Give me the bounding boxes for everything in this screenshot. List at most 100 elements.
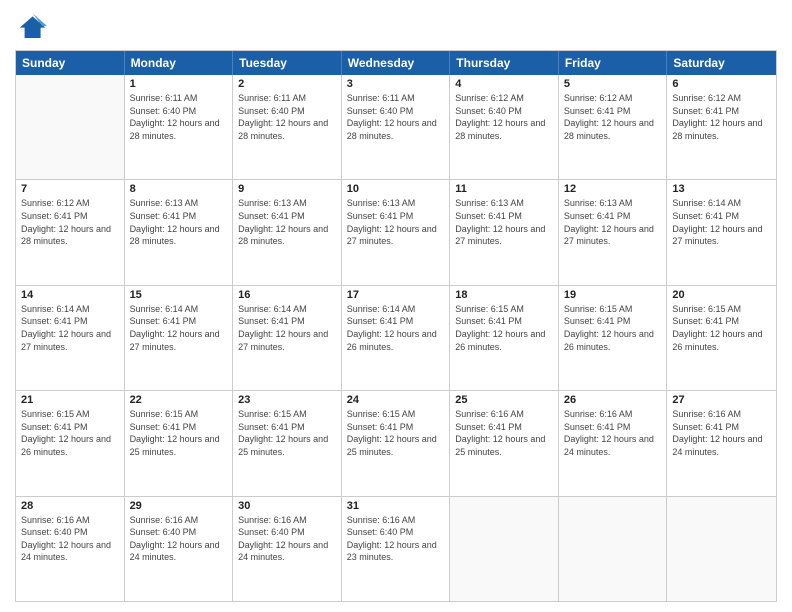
day-number: 7 <box>21 183 119 195</box>
calendar-cell: 11 Sunrise: 6:13 AMSunset: 6:41 PMDayligh… <box>450 180 559 284</box>
day-number: 29 <box>130 500 228 512</box>
calendar-cell: 14 Sunrise: 6:14 AMSunset: 6:41 PMDayligh… <box>16 286 125 390</box>
cell-info: Sunrise: 6:16 AMSunset: 6:41 PMDaylight:… <box>564 408 662 458</box>
calendar-cell: 3Sunrise: 6:11 AMSunset: 6:40 PMDaylight… <box>342 75 451 179</box>
cell-info: Sunrise: 6:14 AMSunset: 6:41 PMDaylight:… <box>21 303 119 353</box>
header-day-monday: Monday <box>125 51 234 75</box>
day-number: 1 <box>130 78 228 90</box>
day-number: 30 <box>238 500 336 512</box>
cell-info: Sunrise: 6:15 AMSunset: 6:41 PMDaylight:… <box>347 408 445 458</box>
calendar-cell <box>559 497 668 601</box>
cell-info: Sunrise: 6:13 AMSunset: 6:41 PMDaylight:… <box>455 197 553 247</box>
header-day-tuesday: Tuesday <box>233 51 342 75</box>
day-number: 9 <box>238 183 336 195</box>
day-number: 5 <box>564 78 662 90</box>
calendar-cell: 19 Sunrise: 6:15 AMSunset: 6:41 PMDayligh… <box>559 286 668 390</box>
day-number: 15 <box>130 289 228 301</box>
cell-info: Sunrise: 6:16 AMSunset: 6:40 PMDaylight:… <box>130 514 228 564</box>
calendar-cell: 13 Sunrise: 6:14 AMSunset: 6:41 PMDayligh… <box>667 180 776 284</box>
calendar-cell: 17Sunrise: 6:14 AMSunset: 6:41 PMDayligh… <box>342 286 451 390</box>
day-number: 17 <box>347 289 445 301</box>
logo-icon <box>15 10 47 42</box>
calendar-row-0: 1 Sunrise: 6:11 AMSunset: 6:40 PMDaylight… <box>16 75 776 179</box>
day-number: 31 <box>347 500 445 512</box>
cell-info: Sunrise: 6:11 AMSunset: 6:40 PMDaylight:… <box>347 92 445 142</box>
cell-info: Sunrise: 6:14 AMSunset: 6:41 PMDaylight:… <box>672 197 771 247</box>
day-number: 10 <box>347 183 445 195</box>
day-number: 25 <box>455 394 553 406</box>
day-number: 14 <box>21 289 119 301</box>
day-number: 22 <box>130 394 228 406</box>
calendar-cell: 5 Sunrise: 6:12 AMSunset: 6:41 PMDaylight… <box>559 75 668 179</box>
calendar-cell <box>450 497 559 601</box>
cell-info: Sunrise: 6:16 AMSunset: 6:40 PMDaylight:… <box>238 514 336 564</box>
day-number: 18 <box>455 289 553 301</box>
day-number: 21 <box>21 394 119 406</box>
calendar-cell <box>16 75 125 179</box>
calendar-cell: 7 Sunrise: 6:12 AMSunset: 6:41 PMDaylight… <box>16 180 125 284</box>
calendar-cell: 18 Sunrise: 6:15 AMSunset: 6:41 PMDayligh… <box>450 286 559 390</box>
header-day-thursday: Thursday <box>450 51 559 75</box>
logo <box>15 10 51 42</box>
calendar-cell: 4 Sunrise: 6:12 AMSunset: 6:40 PMDaylight… <box>450 75 559 179</box>
day-number: 20 <box>672 289 771 301</box>
header <box>15 10 777 42</box>
calendar-body: 1 Sunrise: 6:11 AMSunset: 6:40 PMDaylight… <box>16 75 776 601</box>
calendar-cell: 25Sunrise: 6:16 AMSunset: 6:41 PMDayligh… <box>450 391 559 495</box>
day-number: 16 <box>238 289 336 301</box>
cell-info: Sunrise: 6:15 AMSunset: 6:41 PMDaylight:… <box>21 408 119 458</box>
header-day-friday: Friday <box>559 51 668 75</box>
calendar-cell: 24Sunrise: 6:15 AMSunset: 6:41 PMDayligh… <box>342 391 451 495</box>
cell-info: Sunrise: 6:12 AMSunset: 6:40 PMDaylight:… <box>455 92 553 142</box>
calendar-cell: 21 Sunrise: 6:15 AMSunset: 6:41 PMDayligh… <box>16 391 125 495</box>
calendar-cell: 9 Sunrise: 6:13 AMSunset: 6:41 PMDaylight… <box>233 180 342 284</box>
cell-info: Sunrise: 6:13 AMSunset: 6:41 PMDaylight:… <box>238 197 336 247</box>
day-number: 26 <box>564 394 662 406</box>
cell-info: Sunrise: 6:12 AMSunset: 6:41 PMDaylight:… <box>21 197 119 247</box>
cell-info: Sunrise: 6:11 AMSunset: 6:40 PMDaylight:… <box>130 92 228 142</box>
calendar-cell: 15 Sunrise: 6:14 AMSunset: 6:41 PMDayligh… <box>125 286 234 390</box>
day-number: 23 <box>238 394 336 406</box>
calendar-row-1: 7 Sunrise: 6:12 AMSunset: 6:41 PMDaylight… <box>16 179 776 284</box>
calendar-cell: 1 Sunrise: 6:11 AMSunset: 6:40 PMDaylight… <box>125 75 234 179</box>
calendar-cell: 6Sunrise: 6:12 AMSunset: 6:41 PMDaylight… <box>667 75 776 179</box>
day-number: 6 <box>672 78 771 90</box>
day-number: 8 <box>130 183 228 195</box>
cell-info: Sunrise: 6:16 AMSunset: 6:40 PMDaylight:… <box>347 514 445 564</box>
day-number: 19 <box>564 289 662 301</box>
cell-info: Sunrise: 6:15 AMSunset: 6:41 PMDaylight:… <box>238 408 336 458</box>
header-day-wednesday: Wednesday <box>342 51 451 75</box>
header-day-sunday: Sunday <box>16 51 125 75</box>
calendar-cell: 30 Sunrise: 6:16 AMSunset: 6:40 PMDayligh… <box>233 497 342 601</box>
cell-info: Sunrise: 6:13 AMSunset: 6:41 PMDaylight:… <box>564 197 662 247</box>
calendar-cell: 29 Sunrise: 6:16 AMSunset: 6:40 PMDayligh… <box>125 497 234 601</box>
calendar-row-3: 21 Sunrise: 6:15 AMSunset: 6:41 PMDayligh… <box>16 390 776 495</box>
cell-info: Sunrise: 6:15 AMSunset: 6:41 PMDaylight:… <box>564 303 662 353</box>
calendar-cell: 10Sunrise: 6:13 AMSunset: 6:41 PMDayligh… <box>342 180 451 284</box>
calendar-cell: 20 Sunrise: 6:15 AMSunset: 6:41 PMDayligh… <box>667 286 776 390</box>
calendar-cell: 28Sunrise: 6:16 AMSunset: 6:40 PMDayligh… <box>16 497 125 601</box>
day-number: 4 <box>455 78 553 90</box>
cell-info: Sunrise: 6:16 AMSunset: 6:40 PMDaylight:… <box>21 514 119 564</box>
day-number: 13 <box>672 183 771 195</box>
cell-info: Sunrise: 6:14 AMSunset: 6:41 PMDaylight:… <box>130 303 228 353</box>
cell-info: Sunrise: 6:12 AMSunset: 6:41 PMDaylight:… <box>564 92 662 142</box>
calendar-row-2: 14 Sunrise: 6:14 AMSunset: 6:41 PMDayligh… <box>16 285 776 390</box>
day-number: 11 <box>455 183 553 195</box>
cell-info: Sunrise: 6:15 AMSunset: 6:41 PMDaylight:… <box>672 303 771 353</box>
calendar-row-4: 28Sunrise: 6:16 AMSunset: 6:40 PMDayligh… <box>16 496 776 601</box>
calendar-cell: 23 Sunrise: 6:15 AMSunset: 6:41 PMDayligh… <box>233 391 342 495</box>
page: SundayMondayTuesdayWednesdayThursdayFrid… <box>0 0 792 612</box>
cell-info: Sunrise: 6:15 AMSunset: 6:41 PMDaylight:… <box>455 303 553 353</box>
calendar-cell: 22 Sunrise: 6:15 AMSunset: 6:41 PMDayligh… <box>125 391 234 495</box>
calendar-cell: 16Sunrise: 6:14 AMSunset: 6:41 PMDayligh… <box>233 286 342 390</box>
cell-info: Sunrise: 6:13 AMSunset: 6:41 PMDaylight:… <box>130 197 228 247</box>
calendar-cell: 31 Sunrise: 6:16 AMSunset: 6:40 PMDayligh… <box>342 497 451 601</box>
day-number: 12 <box>564 183 662 195</box>
calendar-cell <box>667 497 776 601</box>
calendar-cell: 27Sunrise: 6:16 AMSunset: 6:41 PMDayligh… <box>667 391 776 495</box>
calendar-header: SundayMondayTuesdayWednesdayThursdayFrid… <box>16 51 776 75</box>
calendar: SundayMondayTuesdayWednesdayThursdayFrid… <box>15 50 777 602</box>
calendar-cell: 12 Sunrise: 6:13 AMSunset: 6:41 PMDayligh… <box>559 180 668 284</box>
cell-info: Sunrise: 6:15 AMSunset: 6:41 PMDaylight:… <box>130 408 228 458</box>
